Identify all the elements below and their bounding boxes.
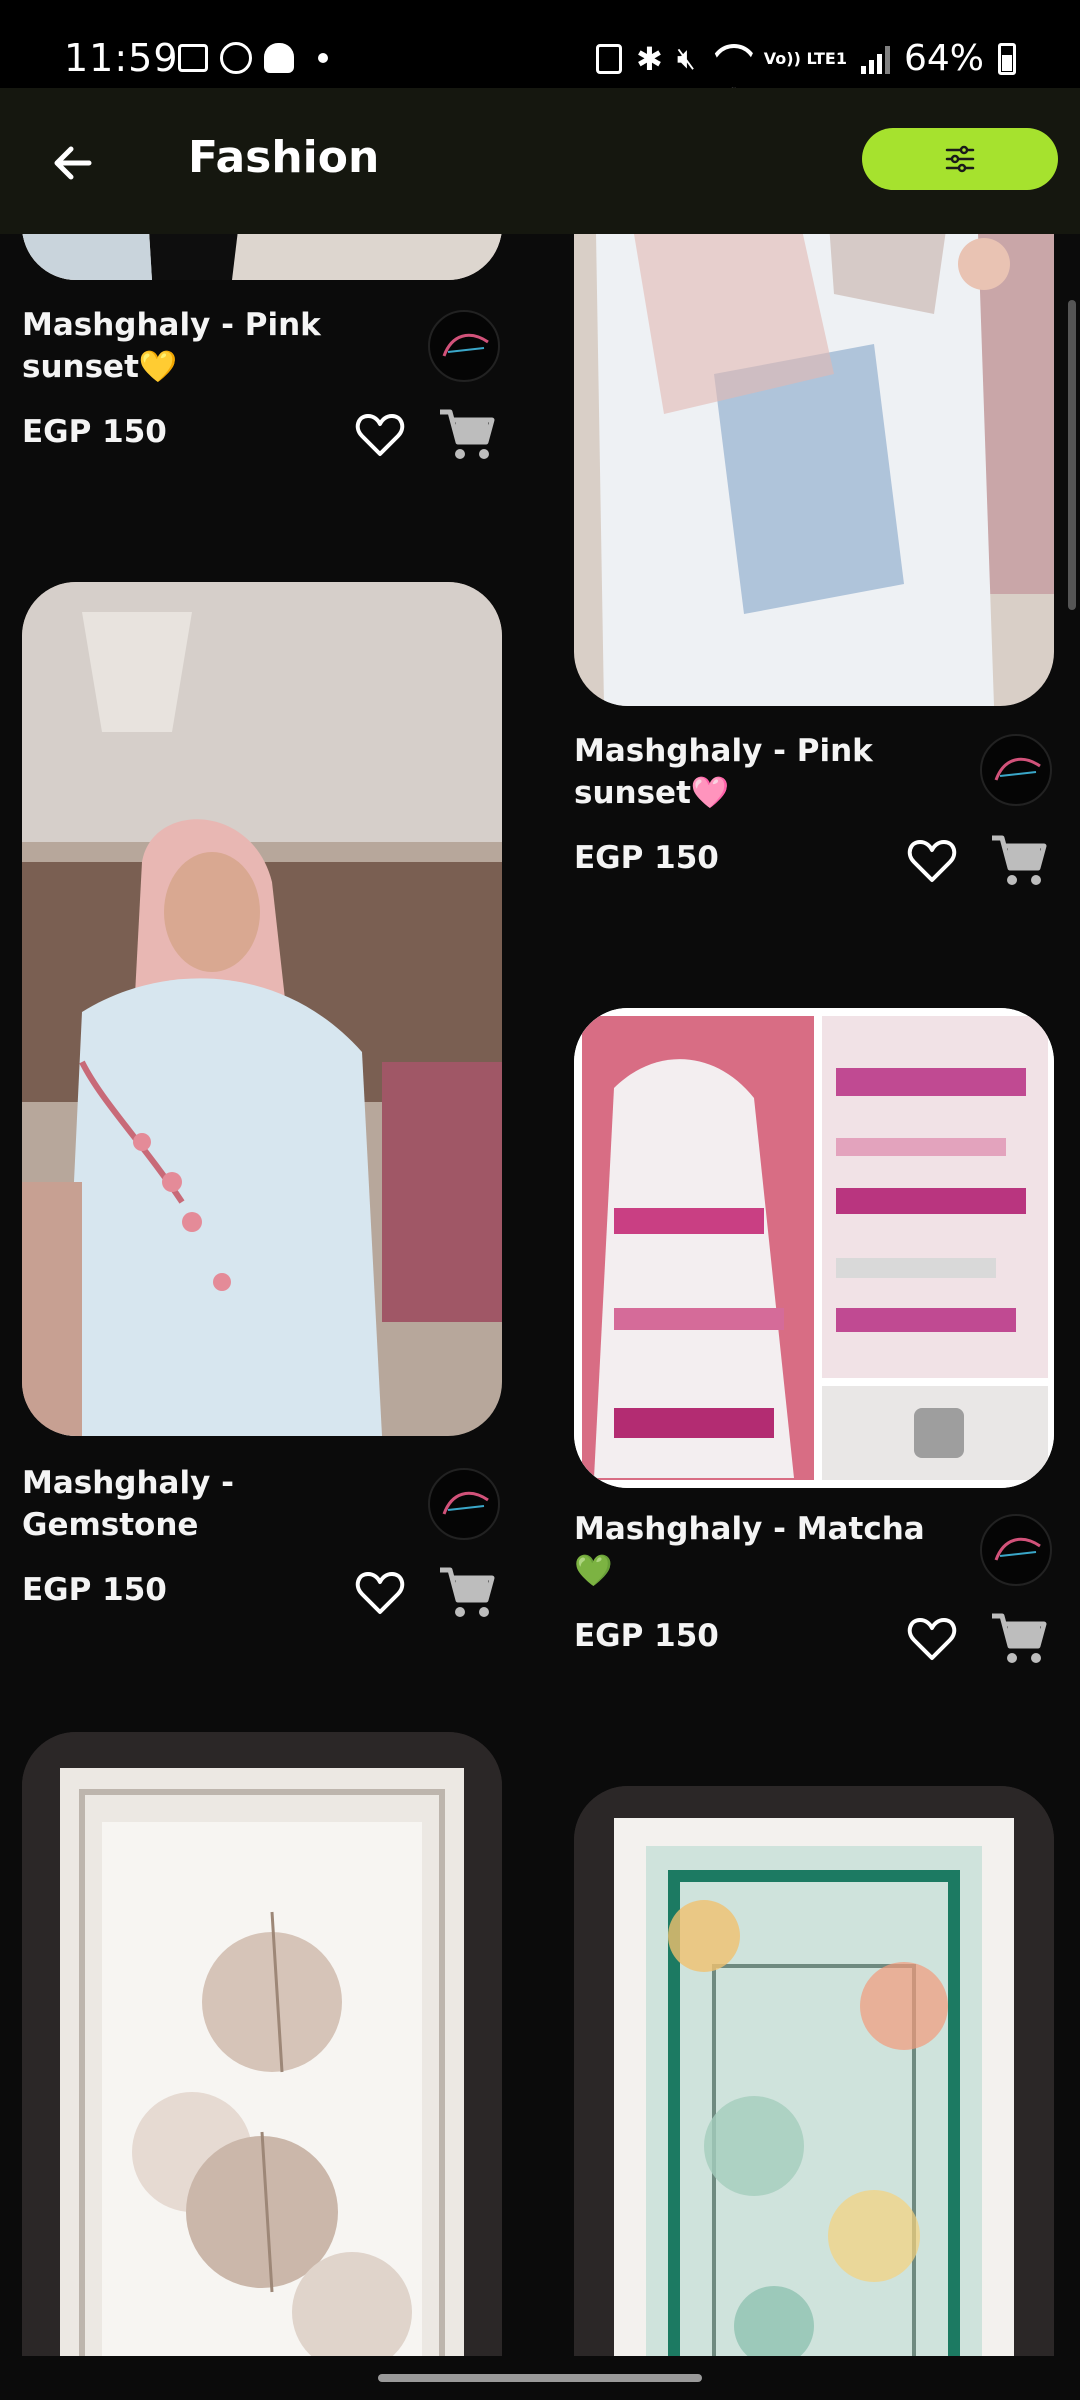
product-image[interactable]: [22, 234, 502, 280]
product-title[interactable]: Mashghaly - Gemstone: [22, 1462, 402, 1546]
favorite-button[interactable]: [352, 1564, 408, 1620]
product-image[interactable]: [22, 582, 502, 1436]
scrollbar[interactable]: [1068, 300, 1076, 610]
mute-icon: 🔇︎: [676, 41, 696, 76]
favorite-button[interactable]: [904, 1610, 960, 1666]
battery-percent: 64%: [903, 38, 984, 79]
product-price: EGP 150: [574, 1618, 719, 1654]
filter-button[interactable]: [862, 128, 1058, 190]
page-title: Fashion: [188, 132, 380, 183]
seller-avatar[interactable]: [980, 734, 1052, 806]
favorite-button[interactable]: [904, 832, 960, 888]
gallery-icon: [178, 44, 208, 72]
product-price: EGP 150: [22, 414, 167, 450]
wifi-icon: [710, 44, 750, 74]
notification-icons: [178, 42, 328, 74]
product-title[interactable]: Mashghaly - Matcha💚: [574, 1508, 954, 1592]
system-icons: ✱ 🔇︎ Vo)) LTE1 64%: [596, 38, 1016, 79]
shopping-cart-icon: [440, 409, 495, 459]
add-to-cart-button[interactable]: [436, 404, 498, 466]
shopping-cart-icon: [992, 1613, 1047, 1663]
snapchat-icon: [264, 43, 294, 73]
add-to-cart-button[interactable]: [988, 1608, 1050, 1670]
back-button[interactable]: [40, 130, 106, 196]
status-time: 11:59: [64, 36, 179, 80]
whatsapp-icon: [220, 42, 252, 74]
product-grid[interactable]: Mashghaly - Pink sunset💛 EGP 150 Mashgha…: [0, 234, 1080, 2356]
seller-avatar[interactable]: [980, 1514, 1052, 1586]
seller-avatar[interactable]: [428, 1468, 500, 1540]
favorite-button[interactable]: [352, 406, 408, 462]
add-to-cart-button[interactable]: [988, 830, 1050, 892]
heart-outline-icon: [907, 840, 957, 882]
heart-outline-icon: [907, 1618, 957, 1660]
product-title[interactable]: Mashghaly - Pink sunset🩷: [574, 730, 954, 814]
heart-outline-icon: [355, 1572, 405, 1614]
system-navigation-bar: [0, 2356, 1080, 2400]
sliders-icon: [945, 145, 975, 173]
product-image[interactable]: [574, 1786, 1054, 2356]
product-price: EGP 150: [574, 840, 719, 876]
product-title[interactable]: Mashghaly - Pink sunset💛: [22, 304, 402, 388]
add-to-cart-button[interactable]: [436, 1562, 498, 1624]
bluetooth-icon: ✱: [636, 39, 663, 78]
status-bar: 11:59 ✱ 🔇︎ Vo)) LTE1 64%: [0, 0, 1080, 88]
signal-icon: [860, 44, 890, 74]
battery-icon: [998, 42, 1016, 75]
network-type: Vo)) LTE1: [763, 48, 847, 68]
product-image[interactable]: [574, 234, 1054, 706]
seller-avatar[interactable]: [428, 310, 500, 382]
arrow-left-icon: [54, 146, 92, 180]
heart-outline-icon: [355, 414, 405, 456]
product-image[interactable]: [22, 1732, 502, 2356]
product-image[interactable]: [574, 1008, 1054, 1488]
shopping-cart-icon: [992, 835, 1047, 885]
more-notifications-icon: [318, 53, 328, 63]
product-price: EGP 150: [22, 1572, 167, 1608]
app-bar: Fashion: [0, 88, 1080, 234]
home-gesture-handle[interactable]: [378, 2374, 702, 2382]
nfc-icon: [596, 43, 623, 74]
shopping-cart-icon: [440, 1567, 495, 1617]
